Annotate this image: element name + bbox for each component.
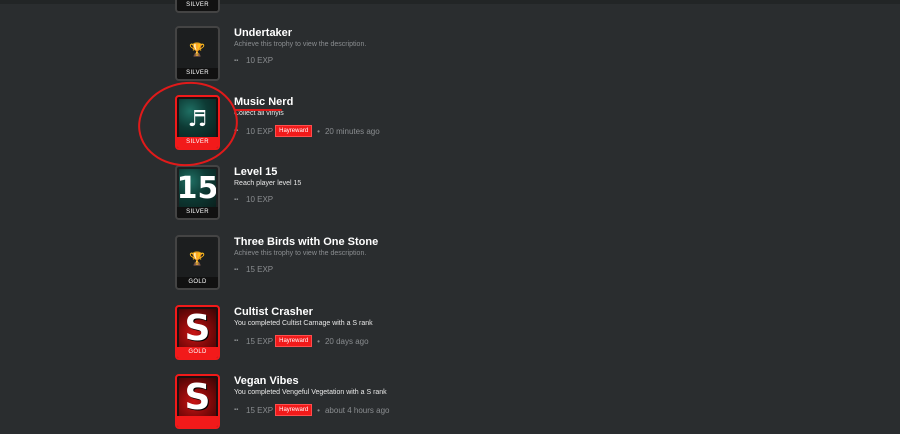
trophy-meta: ▪▪ 15 EXP Hayreward • about 4 hours ago xyxy=(234,404,389,416)
annotation-circle xyxy=(132,75,244,173)
exp-icon: ▪▪ xyxy=(234,407,239,413)
trophy-row[interactable]: ♬ SILVER Music Nerd Collect all vinyls ▪… xyxy=(175,95,775,155)
trophy-art: S xyxy=(179,378,216,418)
trophy-art: 🏆 xyxy=(179,239,216,279)
trophy-description: Reach player level 15 xyxy=(234,180,302,187)
annotation-underline xyxy=(234,109,282,111)
trophy-art: 🏆 xyxy=(179,30,216,70)
trophy-row[interactable]: S GOLD Cultist Crasher You completed Cul… xyxy=(175,305,775,365)
earned-time: about 4 hours ago xyxy=(324,405,390,415)
exp-value: 10 EXP xyxy=(246,195,274,204)
trophy-row[interactable]: 🏆 GOLD Three Birds with One Stone Achiev… xyxy=(175,235,775,295)
exp-icon: ▪▪ xyxy=(234,57,239,64)
trophy-tile: 🏆 GOLD xyxy=(175,235,220,290)
tier-label: GOLD xyxy=(177,277,218,288)
trophy-tile: S GOLD xyxy=(175,305,220,360)
trophy-meta: ▪▪ 10 EXP xyxy=(234,56,273,65)
rank-letter: S xyxy=(184,309,211,349)
exp-value: 10 EXP xyxy=(246,56,274,65)
trophy-art: 15 xyxy=(179,169,216,209)
trophy-icon: 🏆 xyxy=(189,251,206,266)
trophy-row[interactable]: 15 SILVER Level 15 Reach player level 15… xyxy=(175,165,775,225)
trophy-tile: 🏆 SILVER xyxy=(175,26,220,81)
trophy-row[interactable]: SILVER xyxy=(175,0,775,18)
trophy-description: Achieve this trophy to view the descript… xyxy=(234,41,367,48)
exp-value: 15 EXP xyxy=(246,265,274,274)
trophy-title: Cultist Crasher xyxy=(234,306,313,318)
trophy-row[interactable]: S Vegan Vibes You completed Vengeful Veg… xyxy=(175,374,775,434)
tier-label: SILVER xyxy=(177,207,218,218)
exp-value: 15 EXP xyxy=(246,336,274,346)
trophy-icon: 🏆 xyxy=(189,42,206,57)
tier-label xyxy=(177,416,218,427)
earned-time: 20 minutes ago xyxy=(324,126,380,136)
trophy-title: Music Nerd xyxy=(234,96,294,108)
trophy-title: Vegan Vibes xyxy=(234,375,299,387)
exp-icon: ▪▪ xyxy=(234,266,239,273)
trophy-meta: ▪▪ 10 EXP Hayreward • 20 minutes ago xyxy=(234,125,380,137)
reward-badge: Hayreward xyxy=(275,335,313,347)
separator-dot: • xyxy=(317,336,320,346)
reward-badge: Hayreward xyxy=(275,125,313,137)
exp-icon: ▪▪ xyxy=(234,338,239,344)
separator-dot: • xyxy=(317,126,320,136)
tier-label: SILVER xyxy=(177,0,218,11)
exp-value: 15 EXP xyxy=(246,405,274,415)
trophy-tile: 15 SILVER xyxy=(175,165,220,220)
trophy-meta: ▪▪ 15 EXP Hayreward • 20 days ago xyxy=(234,335,369,347)
exp-value: 10 EXP xyxy=(246,126,274,136)
trophy-row[interactable]: 🏆 SILVER Undertaker Achieve this trophy … xyxy=(175,26,775,86)
trophy-tile: SILVER xyxy=(175,0,220,13)
trophy-art: S xyxy=(179,309,216,349)
reward-badge: Hayreward xyxy=(275,404,313,416)
trophy-description: You completed Cultist Carnage with a S r… xyxy=(234,320,373,327)
tier-label: GOLD xyxy=(177,347,218,358)
level-number: 15 xyxy=(179,174,216,204)
trophy-meta: ▪▪ 10 EXP xyxy=(234,195,273,204)
trophy-tile: S xyxy=(175,374,220,429)
trophy-description: You completed Vengeful Vegetation with a… xyxy=(234,389,387,396)
trophy-title: Three Birds with One Stone xyxy=(234,236,379,248)
trophy-description: Collect all vinyls xyxy=(234,110,284,117)
separator-dot: • xyxy=(317,405,320,415)
earned-time: 20 days ago xyxy=(324,336,369,346)
trophy-title: Undertaker xyxy=(234,27,293,39)
rank-letter: S xyxy=(184,378,211,418)
trophy-title: Level 15 xyxy=(234,166,278,178)
trophy-description: Achieve this trophy to view the descript… xyxy=(234,250,367,257)
trophy-meta: ▪▪ 15 EXP xyxy=(234,265,273,274)
tier-label: SILVER xyxy=(177,68,218,79)
exp-icon: ▪▪ xyxy=(234,196,239,203)
